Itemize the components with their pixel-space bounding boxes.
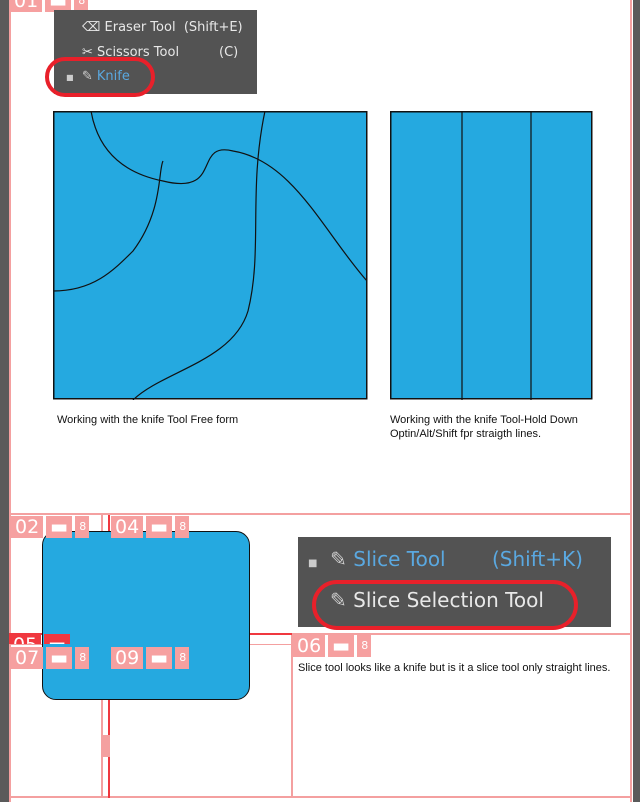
- slice-tag-05[interactable]: 05▬: [9, 634, 71, 644]
- knife-highlight-ring: [45, 57, 155, 97]
- slice-tag-09[interactable]: 09 ▬ 8: [111, 647, 190, 669]
- slice-selection-highlight-ring: [312, 580, 578, 630]
- right-panel-edge: [633, 0, 640, 802]
- slice-tag-06[interactable]: 06 ▬ 8: [293, 635, 372, 657]
- left-panel-edge: [0, 0, 9, 802]
- slice-icon: ✎: [330, 547, 347, 571]
- freeform-cut-square: [53, 111, 368, 400]
- slice-tag-07[interactable]: 07 ▬ 8: [11, 647, 90, 669]
- slice-tag-04[interactable]: 04 ▬ 8: [111, 516, 190, 538]
- menu-item-slice-tool[interactable]: ■ ✎ Slice Tool (Shift+K): [308, 547, 583, 571]
- slice-line: [9, 0, 11, 802]
- caption-straight: Working with the knife Tool-Hold Down Op…: [390, 414, 578, 440]
- menu-item-eraser[interactable]: ⌫ Eraser Tool (Shift+E): [82, 20, 243, 35]
- straight-cut-rectangle: [390, 111, 593, 400]
- eraser-icon: ⌫: [82, 20, 101, 35]
- caption-freeform: Working with the knife Tool Free form: [57, 414, 239, 426]
- caption-slice: Slice tool looks like a knife but is it …: [298, 662, 611, 674]
- slice-line: [291, 633, 293, 798]
- rounded-rectangle: [42, 531, 250, 700]
- slice-tag-02[interactable]: 02 ▬ 8: [11, 516, 90, 538]
- slice-line: [630, 0, 632, 802]
- slice-marker: [102, 735, 110, 757]
